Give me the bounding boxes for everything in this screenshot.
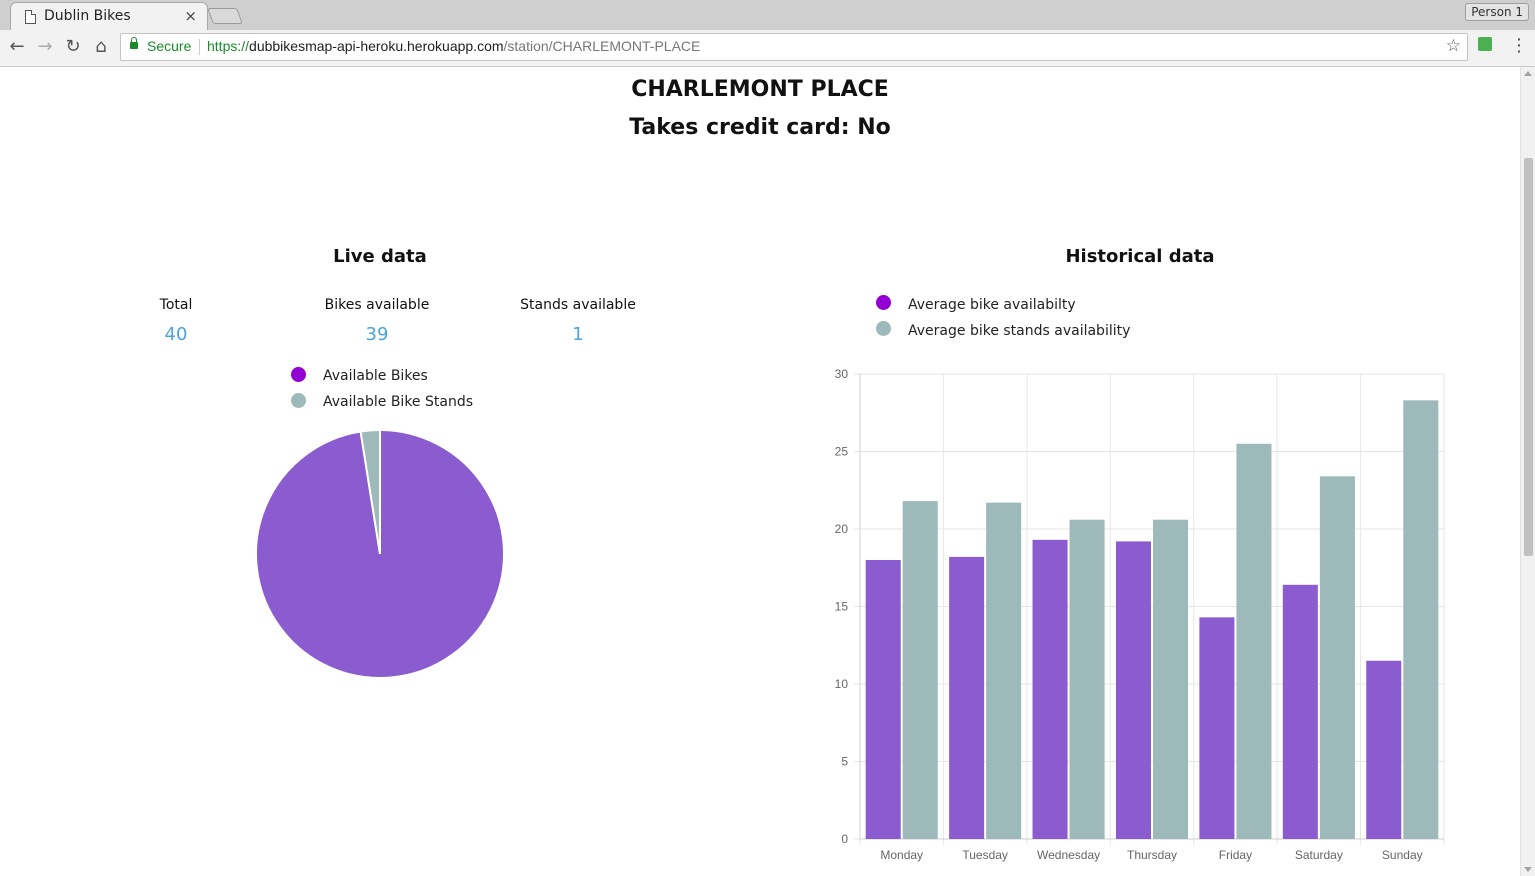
back-arrow-icon[interactable]: ← — [6, 36, 28, 58]
y-tick-label: 30 — [835, 367, 849, 381]
stat-bikes-label: Bikes available — [324, 297, 430, 313]
y-tick-label: 5 — [841, 755, 848, 769]
legend-avg-bikes-label: Average bike availabilty — [908, 297, 1076, 313]
bar-stands-thursday — [1153, 519, 1189, 839]
x-tick-label: Wednesday — [1037, 848, 1100, 862]
scroll-up-arrow-icon[interactable] — [1524, 71, 1532, 76]
legend-avg-stands-label: Average bike stands availability — [908, 323, 1131, 339]
legend-bikes-label: Available Bikes — [323, 368, 428, 384]
url-scheme: https:// — [207, 38, 250, 54]
y-tick-label: 20 — [835, 522, 849, 536]
address-separator — [199, 39, 200, 55]
stat-total-value: 40 — [164, 324, 188, 345]
stat-stands-label: Stands available — [520, 297, 636, 313]
bar-stands-sunday — [1403, 400, 1439, 839]
historical-data-heading: Historical data — [1065, 246, 1215, 267]
bar-bikes-tuesday — [949, 556, 985, 839]
url-text: https://dubbikesmap-api-heroku.herokuapp… — [207, 38, 700, 54]
x-tick-label: Sunday — [1382, 848, 1423, 862]
tab-title: Dublin Bikes — [44, 8, 131, 24]
url-host: dubbikesmap-api-heroku.herokuapp.com — [249, 38, 504, 54]
x-tick-label: Saturday — [1295, 848, 1343, 862]
y-tick-label: 10 — [835, 677, 849, 691]
station-title: CHARLEMONT PLACE — [631, 77, 889, 102]
browser-toolbar: ← → ↻ ⌂ Secure https://dubbikesmap-api-h… — [0, 30, 1535, 67]
x-tick-label: Tuesday — [962, 848, 1008, 862]
stat-stands-value: 1 — [572, 324, 584, 345]
new-tab-button[interactable] — [207, 8, 243, 24]
close-tab-icon[interactable]: × — [184, 7, 197, 25]
legend-stands-dot — [291, 393, 306, 408]
y-tick-label: 0 — [841, 832, 848, 846]
bar-bikes-sunday — [1366, 660, 1402, 839]
bookmark-star-icon[interactable]: ☆ — [1446, 36, 1461, 56]
scroll-thumb[interactable] — [1524, 158, 1533, 556]
live-data-heading: Live data — [333, 246, 427, 267]
legend-avg-stands-dot — [876, 321, 891, 336]
page-icon — [25, 10, 36, 24]
page-scrollbar[interactable] — [1520, 67, 1535, 876]
bar-stands-tuesday — [986, 502, 1022, 839]
x-tick-label: Monday — [880, 848, 923, 862]
lock-icon — [130, 37, 138, 49]
y-tick-label: 15 — [835, 600, 849, 614]
profile-button[interactable]: Person 1 — [1465, 3, 1529, 21]
home-icon[interactable]: ⌂ — [90, 36, 112, 58]
menu-kebab-icon[interactable]: ⋮ — [1510, 35, 1528, 57]
stat-bikes-value: 39 — [365, 324, 389, 345]
address-bar[interactable]: Secure https://dubbikesmap-api-heroku.he… — [120, 33, 1468, 61]
legend-stands-label: Available Bike Stands — [323, 394, 473, 410]
bar-stands-friday — [1236, 443, 1272, 839]
secure-label: Secure — [147, 38, 192, 54]
stat-total-label: Total — [159, 297, 193, 313]
forward-arrow-icon[interactable]: → — [34, 36, 56, 58]
browser-tab[interactable]: Dublin Bikes × — [10, 2, 208, 31]
credit-card-info: Takes credit card: No — [629, 115, 891, 140]
legend-avg-bikes-dot — [876, 295, 891, 310]
bar-stands-monday — [902, 501, 938, 839]
extension-icon[interactable] — [1478, 37, 1492, 51]
x-tick-label: Thursday — [1127, 848, 1177, 862]
historical-bar-chart: 0 5 10 15 20 25 30 Monday Tuesday Wednesday Thursd… — [835, 367, 1445, 862]
url-path: /station/CHARLEMONT-PLACE — [503, 38, 701, 54]
bar-bikes-thursday — [1115, 541, 1151, 839]
live-pie-chart — [255, 428, 505, 679]
legend-bikes-dot — [291, 367, 306, 382]
bar-bikes-saturday — [1282, 584, 1318, 839]
bar-stands-saturday — [1319, 476, 1355, 839]
scroll-down-arrow-icon[interactable] — [1524, 867, 1532, 872]
reload-icon[interactable]: ↻ — [62, 36, 84, 58]
bar-bikes-friday — [1199, 617, 1235, 839]
bar-bikes-wednesday — [1032, 539, 1068, 839]
tab-bar: Dublin Bikes × Person 1 — [0, 0, 1535, 31]
y-tick-label: 25 — [835, 445, 849, 459]
bar-bikes-monday — [865, 560, 901, 839]
x-tick-label: Friday — [1219, 848, 1252, 862]
bar-stands-wednesday — [1069, 519, 1105, 839]
